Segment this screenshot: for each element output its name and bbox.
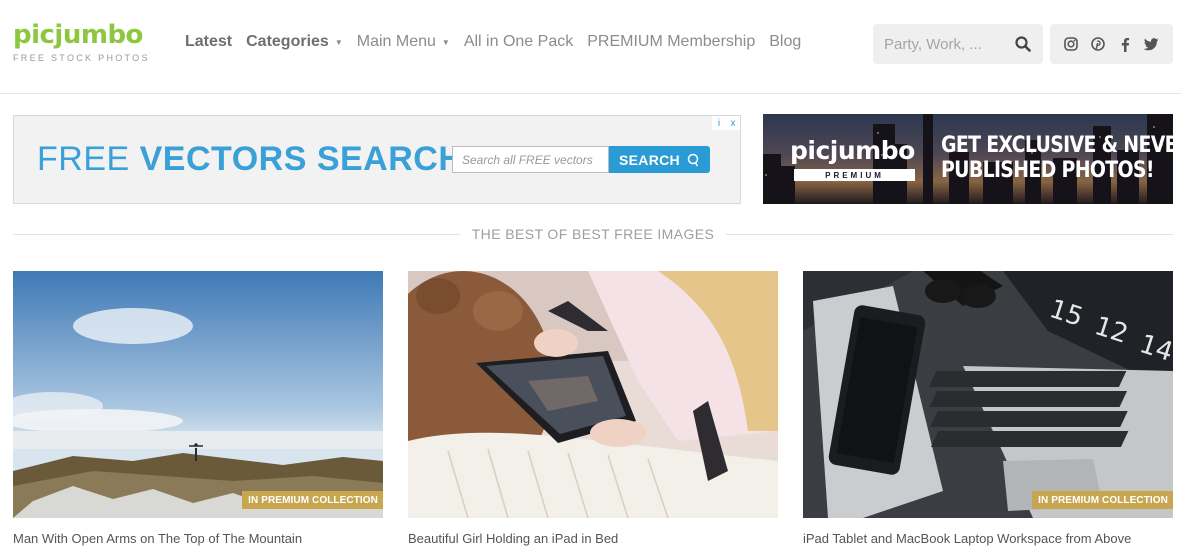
logo-wordmark: picjumbo xyxy=(13,20,143,50)
search-icon[interactable] xyxy=(1015,36,1031,52)
photo-thumbnail[interactable]: IN PREMIUM COLLECTION xyxy=(13,271,383,518)
ad-search-input[interactable] xyxy=(452,146,609,173)
site-logo[interactable]: picjumbo FREE STOCK PHOTOS xyxy=(13,20,150,63)
nav-main-menu[interactable]: Main Menu ▼ xyxy=(357,33,450,51)
nav-all-in-one-pack[interactable]: All in One Pack xyxy=(464,33,573,51)
site-header: picjumbo FREE STOCK PHOTOS Latest Catego… xyxy=(0,0,1181,94)
ad-search-button[interactable]: SEARCH xyxy=(609,146,710,173)
caret-down-icon: ▼ xyxy=(441,37,450,47)
premium-ad-badge: PREMIUM xyxy=(794,169,915,181)
search-box xyxy=(873,24,1043,64)
nav-all-in-one-pack-label: All in One Pack xyxy=(463,33,574,50)
pinterest-icon[interactable] xyxy=(1090,36,1106,52)
caret-down-icon: ▼ xyxy=(334,37,343,47)
section-header: THE BEST OF BEST FREE IMAGES xyxy=(13,224,1173,244)
vector-search-ad: FREE VECTORS SEARCH SEARCH i x xyxy=(13,115,741,204)
photo-card[interactable]: IN PREMIUM COLLECTION Man With Open Arms… xyxy=(13,271,383,546)
ad-info-icon[interactable]: i xyxy=(712,116,726,130)
facebook-icon[interactable] xyxy=(1117,36,1133,52)
photo-thumbnail[interactable]: 15 12 14 IN PREMIUM COLLECTION xyxy=(803,271,1173,518)
girl-ipad-photo xyxy=(408,271,778,518)
logo-tagline: FREE STOCK PHOTOS xyxy=(13,53,150,63)
premium-ad-line2: PUBLISHED PHOTOS! xyxy=(941,158,1154,183)
nav-blog-label: Blog xyxy=(769,33,802,50)
section-title: THE BEST OF BEST FREE IMAGES xyxy=(13,226,1173,242)
premium-ad-logo: picjumbo xyxy=(790,136,915,165)
main-nav: Latest Categories ▼ Main Menu ▼ All in O… xyxy=(185,33,815,51)
nav-categories-label: Categories xyxy=(246,33,329,50)
nav-premium-membership-label: PREMIUM Membership xyxy=(587,33,756,50)
photo-card[interactable]: Beautiful Girl Holding an iPad in Bed xyxy=(408,271,778,546)
workspace-photo: 15 12 14 xyxy=(803,271,1173,518)
section-title-text: THE BEST OF BEST FREE IMAGES xyxy=(459,226,727,242)
ad-choices: i x xyxy=(712,116,740,130)
photo-title[interactable]: Man With Open Arms on The Top of The Mou… xyxy=(13,531,383,546)
instagram-icon[interactable] xyxy=(1063,36,1079,52)
premium-collection-badge: IN PREMIUM COLLECTION xyxy=(1032,491,1173,509)
ad-close-icon[interactable]: x xyxy=(726,116,740,130)
premium-ad-headline: GET EXCLUSIVE & NEVER PUBLISHED PHOTOS! xyxy=(941,133,1173,183)
search-icon xyxy=(687,153,699,166)
premium-ad-line1: GET EXCLUSIVE & NEVER xyxy=(941,133,1173,158)
nav-premium-membership[interactable]: PREMIUM Membership xyxy=(587,33,755,51)
nav-main-menu-label: Main Menu xyxy=(356,33,436,50)
mountain-photo xyxy=(13,271,383,518)
nav-latest[interactable]: Latest xyxy=(185,33,232,51)
photo-title[interactable]: iPad Tablet and MacBook Laptop Workspace… xyxy=(803,531,1173,546)
ad-headline-bold: VECTORS SEARCH xyxy=(139,140,464,178)
nav-blog[interactable]: Blog xyxy=(769,33,801,51)
nav-categories[interactable]: Categories ▼ xyxy=(246,33,343,51)
ad-headline-light: FREE xyxy=(37,140,140,178)
twitter-icon[interactable] xyxy=(1144,36,1160,52)
photo-card[interactable]: 15 12 14 IN PREMIUM COLLECTION iPad Tabl… xyxy=(803,271,1173,546)
nav-latest-label: Latest xyxy=(185,33,233,50)
social-links xyxy=(1050,24,1173,64)
photo-title[interactable]: Beautiful Girl Holding an iPad in Bed xyxy=(408,531,778,546)
premium-collection-badge: IN PREMIUM COLLECTION xyxy=(242,491,383,509)
search-input[interactable] xyxy=(873,24,1003,64)
ad-headline: FREE VECTORS SEARCH xyxy=(37,140,463,179)
premium-ad-banner[interactable]: picjumbo PREMIUM GET EXCLUSIVE & NEVER P… xyxy=(763,114,1173,204)
ad-search-button-label: SEARCH xyxy=(619,151,680,168)
photo-thumbnail[interactable] xyxy=(408,271,778,518)
